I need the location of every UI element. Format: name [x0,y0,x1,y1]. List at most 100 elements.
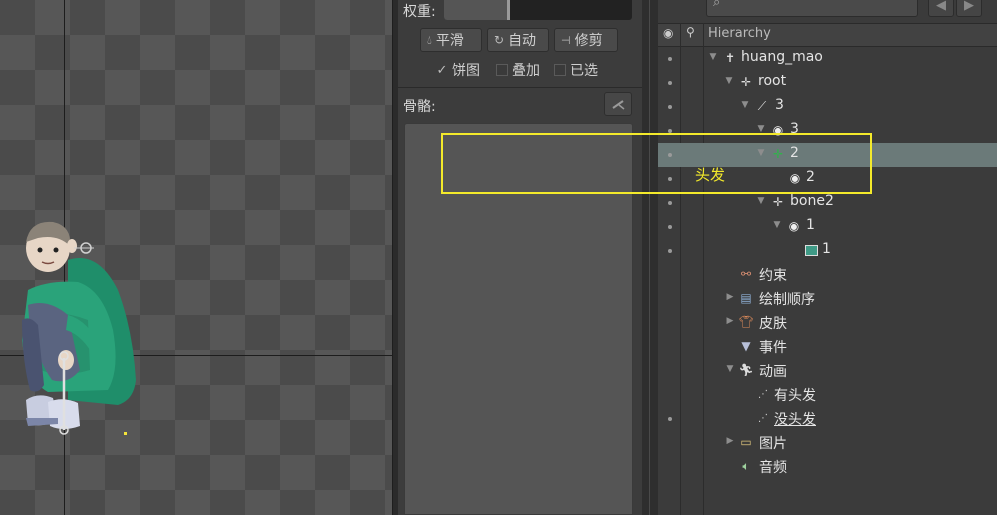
tree-row-events[interactable]: ▼ 事件 [658,335,997,359]
chevron-down-icon[interactable]: ▼ [772,220,782,230]
tree-row-label: 事件 [759,340,787,356]
weight-slider-thumb[interactable] [507,0,510,20]
panel-splitter-right[interactable] [642,0,658,515]
chevron-right-icon[interactable]: ▶ [725,316,735,326]
trim-button[interactable]: ⊣ 修剪 [554,28,618,52]
tree-row-label: 绘制顺序 [759,292,815,308]
empty-checkbox-icon [496,64,508,76]
key-icon[interactable]: ⚲ [686,25,695,39]
tree-row-label: 没头发 [774,412,816,428]
tree-row-huang-mao[interactable]: ▼ ✝ huang_mao [658,47,997,71]
trim-icon: ⊣ [561,33,571,47]
chevron-down-icon[interactable]: ▼ [725,364,735,374]
tree-row-slot-1[interactable]: ▼ ◉ 1 [658,215,997,239]
bone-pick-icon [612,100,625,110]
selected-checkbox-label: 已选 [570,63,598,79]
visibility-dot[interactable] [668,81,672,85]
bone-cross-icon: ✛ [740,75,752,89]
pie-checkbox-label: 饼图 [452,63,480,79]
weight-slider-fill [444,0,508,20]
bones-label: 骨骼: [403,99,436,115]
visibility-dot[interactable] [668,249,672,253]
tree-row-label: 1 [806,217,815,233]
draw-order-icon: ▤ [740,291,752,305]
arrow-left-icon: ◀ [936,0,946,13]
tree-row-label: 皮肤 [759,316,787,332]
chevron-down-icon[interactable]: ▼ [708,52,718,62]
auto-icon: ↻ [494,33,505,47]
trim-button-label: 修剪 [574,33,603,49]
hierarchy-header: ◉ ⚲ Hierarchy [658,23,997,47]
tree-row-anim-with-hair[interactable]: ⋰ 有头发 [658,383,997,407]
tree-row-label: 有头发 [774,388,816,404]
anim-clip-icon: ⋰ [758,412,768,424]
weight-slider[interactable] [444,0,632,20]
region-icon [803,242,819,258]
canvas-marker-dot [124,432,127,435]
tree-row-label: 音频 [759,460,787,476]
anim-clip-icon: ⋰ [758,388,768,400]
auto-button[interactable]: ↻ 自动 [487,28,549,52]
drop-icon: 💧︎ [427,32,432,47]
empty-checkbox-icon [554,64,566,76]
tree-row-root[interactable]: ▼ ✛ root [658,71,997,95]
tree-row-region-1[interactable]: 1 [658,239,997,263]
tree-row-audio[interactable]: 🔈︎ 音频 [658,455,997,479]
chevron-right-icon[interactable]: ▶ [725,292,735,302]
tree-row-label: huang_mao [741,49,823,65]
annotation-box [441,133,872,194]
tree-row-bone-3[interactable]: ▼ ⟋ 3 [658,95,997,119]
chevron-right-icon[interactable]: ▶ [725,436,735,446]
weight-label: 权重: [403,4,436,20]
visibility-dot[interactable] [668,105,672,109]
constraint-icon: ⚯ [740,267,752,281]
hierarchy-search-input[interactable]: ⌕ [706,0,918,17]
arrow-right-icon: ▶ [964,0,974,13]
visibility-dot[interactable] [668,225,672,229]
images-folder-icon: ▭ [740,435,752,449]
check-icon: ✓ [436,62,448,78]
hierarchy-title: Hierarchy [708,26,771,41]
eye-icon[interactable]: ◉ [663,26,673,40]
nav-back-button[interactable]: ◀ [928,0,954,17]
selected-checkbox[interactable]: 已选 [554,60,598,80]
tree-row-anim-no-hair[interactable]: ⋰ 没头发 [658,407,997,431]
tree-row-bone2[interactable]: ▼ ✛ bone2 [658,191,997,215]
character-sprite[interactable] [8,220,143,435]
chevron-down-icon[interactable]: ▼ [740,100,750,110]
visibility-dot[interactable] [668,57,672,61]
animation-icon: 🏃︎ [738,363,754,377]
canvas-viewport[interactable] [0,0,392,515]
smooth-button[interactable]: 💧︎ 平滑 [420,28,482,52]
bone-cross-icon: ✛ [772,195,784,209]
audio-icon: 🔈︎ [742,458,750,473]
tree-row-label: 动画 [759,364,787,380]
auto-button-label: 自动 [508,33,537,49]
tree-row-label: 约束 [759,268,787,284]
slot-icon: ◉ [788,219,800,233]
tree-row-draw-order[interactable]: ▶ ▤ 绘制顺序 [658,287,997,311]
search-icon: ⌕ [713,0,721,10]
tree-row-constraints[interactable]: ⚯ 约束 [658,263,997,287]
tree-row-skins[interactable]: ▶ 👕︎ 皮肤 [658,311,997,335]
tree-row-label: bone2 [790,193,834,209]
visibility-dot[interactable] [668,417,672,421]
tree-row-label: 图片 [759,436,787,452]
bone-icon: ⟋ [757,98,767,113]
overlay-checkbox[interactable]: 叠加 [496,60,540,80]
tree-row-animations[interactable]: ▼ 🏃︎ 动画 [658,359,997,383]
visibility-dot[interactable] [668,201,672,205]
bone-pick-button[interactable] [604,92,632,116]
overlay-checkbox-label: 叠加 [512,63,540,79]
chevron-down-icon[interactable]: ▼ [724,76,734,86]
tree-row-label: 1 [822,241,831,257]
annotation-label: 头发 [695,166,726,184]
tree-row-label: root [758,73,787,89]
chevron-down-icon[interactable]: ▼ [756,196,766,206]
tree-row-images[interactable]: ▶ ▭ 图片 [658,431,997,455]
hierarchy-panel: ⌕ ◀ ▶ ◉ ⚲ Hierarchy ▼ ✝ huang_mao ▼ ✛ ro… [658,0,997,515]
smooth-button-label: 平滑 [435,33,464,49]
nav-forward-button[interactable]: ▶ [956,0,982,17]
pie-checkbox[interactable]: ✓ 饼图 [436,60,480,80]
skeleton-icon: ✝ [724,51,736,65]
